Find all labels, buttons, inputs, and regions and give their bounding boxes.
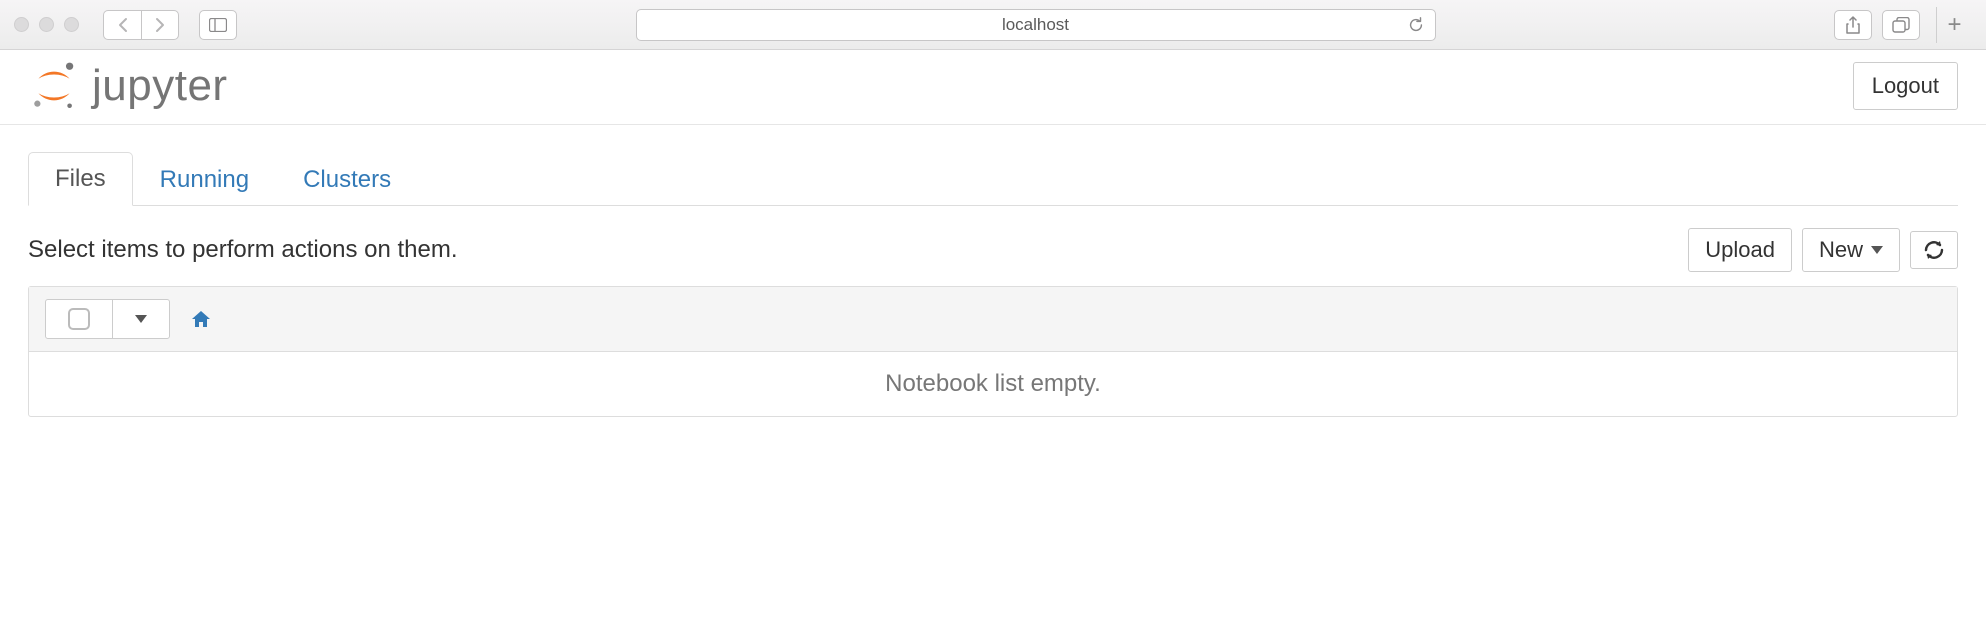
- tabs-icon: [1892, 17, 1910, 33]
- forward-button[interactable]: [141, 10, 179, 40]
- browser-right-buttons: +: [1834, 7, 1972, 43]
- browser-toolbar: localhost +: [0, 0, 1986, 50]
- new-tab-button[interactable]: +: [1936, 7, 1972, 43]
- jupyter-logo[interactable]: jupyter: [28, 60, 228, 112]
- back-button[interactable]: [103, 10, 141, 40]
- selection-hint: Select items to perform actions on them.: [28, 236, 458, 264]
- toolbar-buttons: Upload New: [1688, 228, 1958, 272]
- chevron-right-icon: [154, 17, 166, 33]
- share-icon: [1845, 16, 1861, 34]
- select-menu-dropdown[interactable]: [112, 300, 169, 338]
- refresh-list-button[interactable]: [1910, 231, 1958, 269]
- tab-clusters[interactable]: Clusters: [276, 153, 418, 206]
- new-button-label: New: [1819, 237, 1863, 263]
- select-all-group: [45, 299, 170, 339]
- list-header: [29, 287, 1957, 352]
- logout-button[interactable]: Logout: [1853, 62, 1958, 110]
- window-minimize-icon[interactable]: [39, 17, 54, 32]
- main-container: Files Running Clusters Select items to p…: [0, 125, 1986, 417]
- chevron-down-icon: [135, 315, 147, 323]
- address-text: localhost: [1002, 15, 1069, 35]
- refresh-icon: [1923, 240, 1945, 260]
- address-bar[interactable]: localhost: [636, 9, 1436, 41]
- plus-icon: +: [1947, 11, 1961, 39]
- reload-button[interactable]: [1407, 16, 1425, 34]
- tab-running[interactable]: Running: [133, 153, 276, 206]
- home-icon: [190, 309, 212, 329]
- sidebar-icon: [209, 18, 227, 32]
- chevron-left-icon: [117, 17, 129, 33]
- tab-files[interactable]: Files: [28, 152, 133, 206]
- upload-button[interactable]: Upload: [1688, 228, 1792, 272]
- window-maximize-icon[interactable]: [64, 17, 79, 32]
- notebook-list: Notebook list empty.: [28, 286, 1958, 417]
- breadcrumb-home[interactable]: [190, 309, 212, 329]
- window-traffic-lights: [14, 17, 79, 32]
- tab-bar: Files Running Clusters: [28, 151, 1958, 206]
- jupyter-logo-text: jupyter: [92, 61, 228, 111]
- jupyter-header: jupyter Logout: [0, 50, 1986, 116]
- sidebar-toggle-button[interactable]: [199, 10, 237, 40]
- select-all-checkbox-cell[interactable]: [46, 300, 112, 338]
- chevron-down-icon: [1871, 246, 1883, 254]
- nav-buttons: [103, 10, 179, 40]
- reload-icon: [1407, 16, 1425, 34]
- empty-list-message: Notebook list empty.: [29, 352, 1957, 416]
- select-all-checkbox[interactable]: [68, 308, 90, 330]
- jupyter-logo-icon: [28, 60, 80, 112]
- share-button[interactable]: [1834, 10, 1872, 40]
- new-dropdown-button[interactable]: New: [1802, 228, 1900, 272]
- tabs-overview-button[interactable]: [1882, 10, 1920, 40]
- action-toolbar: Select items to perform actions on them.…: [28, 228, 1958, 272]
- window-close-icon[interactable]: [14, 17, 29, 32]
